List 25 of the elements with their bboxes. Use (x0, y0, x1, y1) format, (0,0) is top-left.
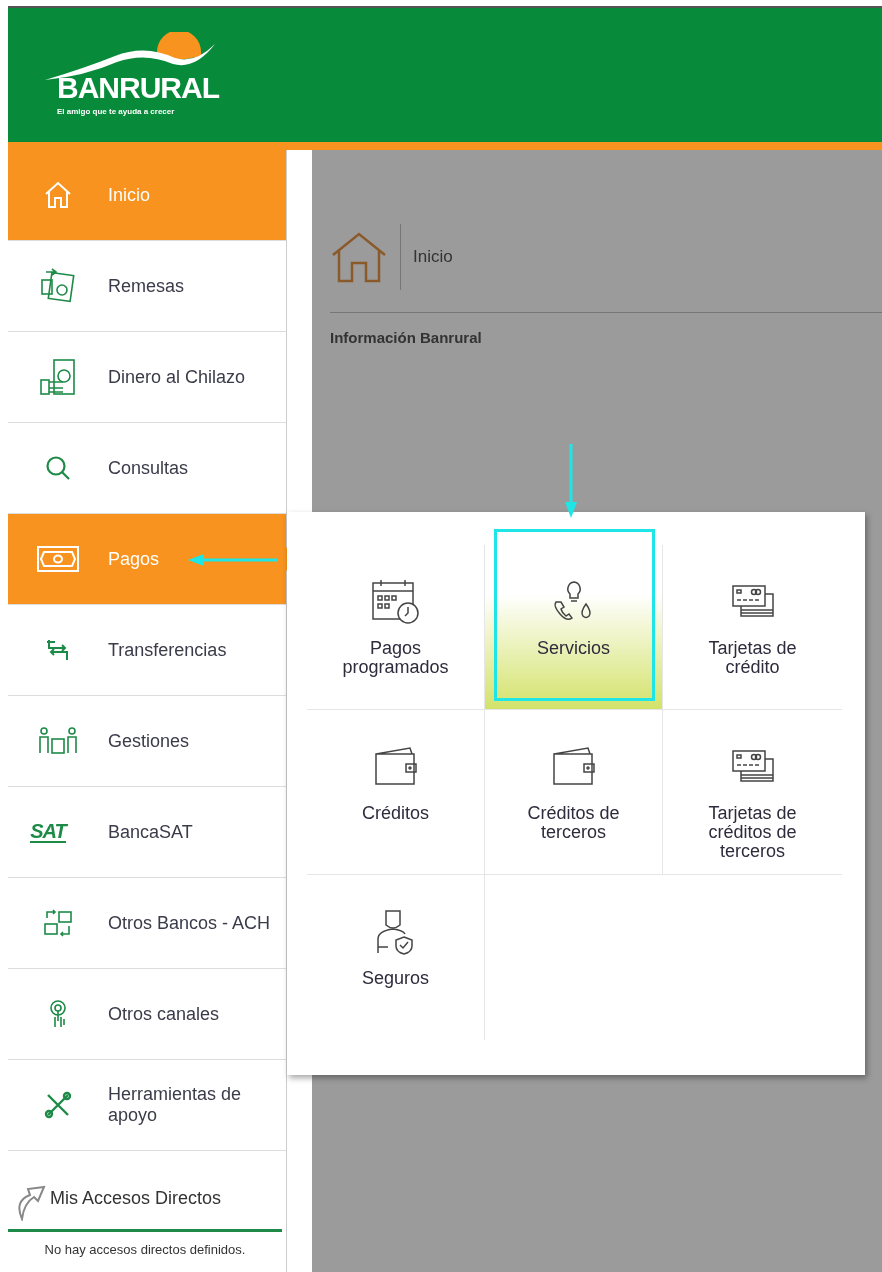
money-hand-icon (38, 358, 78, 396)
submenu-item[interactable]: Créditos (307, 710, 485, 875)
shortcuts-title: Mis Accesos Directos (50, 1188, 222, 1210)
tools-icon (44, 1091, 72, 1119)
touch-icon (47, 999, 69, 1029)
submenu-item[interactable]: Servicios (485, 545, 663, 710)
home-icon (43, 181, 73, 209)
brand-tagline: El amigo que te ayuda a crecer (57, 106, 176, 118)
brand-name: BANRURAL (57, 70, 221, 106)
cash-icon (38, 268, 78, 304)
meeting-icon (37, 727, 79, 755)
calendar-clock-icon (370, 577, 421, 625)
empty-message: No hay accesos directos definidos. (43, 1241, 247, 1257)
section-title: Información Banrural (330, 329, 483, 346)
submenu-item[interactable]: Créditos de terceros (485, 710, 663, 875)
transfer-icon (45, 638, 71, 662)
bank-transfer-icon (43, 908, 73, 938)
search-icon (45, 455, 71, 481)
home-icon (330, 231, 388, 283)
breadcrumb-label[interactable]: Inicio (413, 247, 453, 267)
submenu-item[interactable]: Tarjetas de crédito (663, 545, 842, 710)
submenu-item[interactable]: Seguros (307, 875, 485, 1040)
banknote-icon (36, 545, 80, 573)
submenu-item[interactable]: Tarjetas de créditos de terceros (663, 710, 842, 875)
sat-logo: SAT (30, 821, 66, 843)
